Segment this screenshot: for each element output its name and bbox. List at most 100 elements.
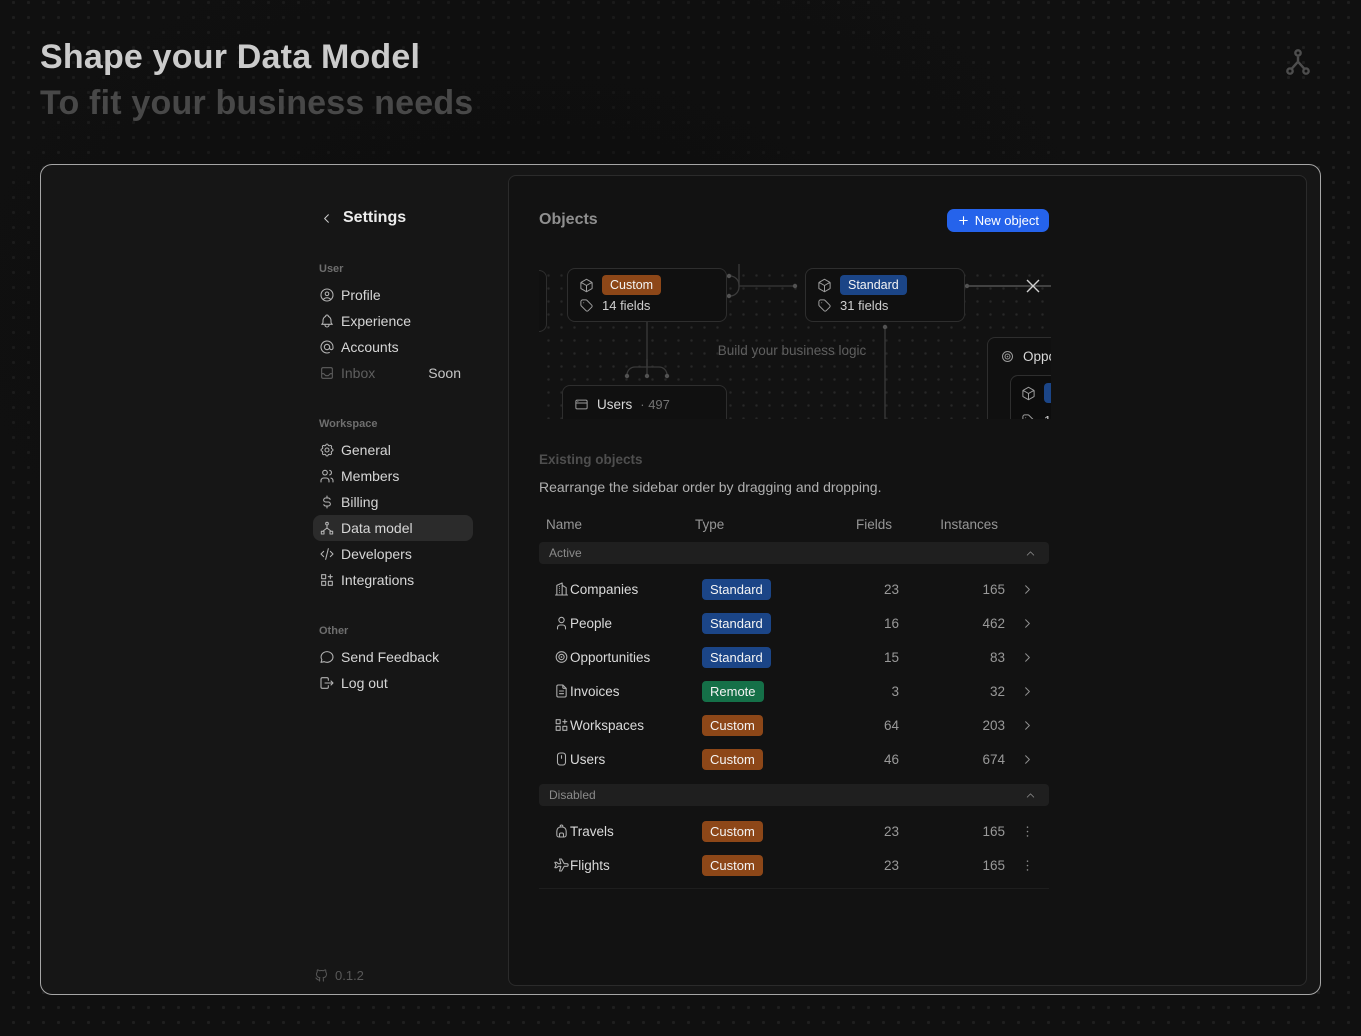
- sidebar-item-data-model[interactable]: Data model: [313, 515, 473, 541]
- tag-icon: [1021, 413, 1036, 420]
- hero-header: Shape your Data Model To fit your busine…: [40, 34, 473, 126]
- object-name: Workspaces: [570, 718, 702, 733]
- object-type-badge: Standard: [702, 579, 771, 600]
- chevron-left-icon: [319, 211, 334, 226]
- cube-icon: [579, 278, 594, 293]
- object-instances-count: 462: [899, 616, 1005, 631]
- sidebar-item-label: Integrations: [341, 572, 414, 588]
- diagram-node-opportunities: Opportunities Standard 12 fields: [987, 337, 1051, 419]
- object-row-invoices[interactable]: InvoicesRemote332: [539, 674, 1049, 708]
- column-header-type: Type: [695, 517, 832, 532]
- sidebar-item-label: Inbox: [341, 365, 375, 381]
- group-header-disabled[interactable]: Disabled: [539, 784, 1049, 806]
- object-fields-count: 64: [839, 718, 899, 733]
- object-type-badge: Standard: [702, 647, 771, 668]
- object-name: Travels: [570, 824, 702, 839]
- plus-icon: [957, 214, 970, 227]
- object-type-badge: Standard: [840, 275, 907, 295]
- sidebar-item-inbox[interactable]: Inbox Soon: [313, 360, 473, 386]
- sidebar-item-label: Profile: [341, 287, 381, 303]
- sidebar-item-send-feedback[interactable]: Send Feedback: [313, 644, 473, 670]
- sidebar-item-label: Accounts: [341, 339, 399, 355]
- chevron-right-icon[interactable]: [1005, 650, 1049, 665]
- chevron-right-icon[interactable]: [1005, 752, 1049, 767]
- chevron-up-icon[interactable]: [1024, 789, 1037, 802]
- sidebar-item-label: Experience: [341, 313, 411, 329]
- sidebar-item-label: General: [341, 442, 391, 458]
- object-type-badge: Standard: [1044, 383, 1051, 403]
- node-name: Users: [597, 397, 632, 412]
- sidebar-section-label: User: [313, 261, 473, 277]
- user-circle-icon: [319, 287, 335, 303]
- object-row-flights[interactable]: FlightsCustom23165: [539, 848, 1049, 882]
- panel-title: Objects: [539, 211, 598, 229]
- object-row-people[interactable]: PeopleStandard16462: [539, 606, 1049, 640]
- sidebar-item-label: Members: [341, 468, 399, 484]
- object-row-companies[interactable]: CompaniesStandard23165: [539, 572, 1049, 606]
- sidebar-item-members[interactable]: Members: [313, 463, 473, 489]
- sidebar-section-label: Workspace: [313, 416, 473, 432]
- object-row-travels[interactable]: TravelsCustom23165: [539, 814, 1049, 848]
- sidebar-item-accounts[interactable]: Accounts: [313, 334, 473, 360]
- diagram-node-users: Users · 497: [562, 385, 727, 419]
- sidebar-item-experience[interactable]: Experience: [313, 308, 473, 334]
- group-label: Disabled: [549, 788, 596, 802]
- chevron-right-icon[interactable]: [1005, 718, 1049, 733]
- settings-back-button[interactable]: Settings: [313, 205, 473, 231]
- object-fields-count: 15: [839, 650, 899, 665]
- sidebar-item-general[interactable]: General: [313, 437, 473, 463]
- cube-icon: [817, 278, 832, 293]
- object-instances-count: 165: [899, 582, 1005, 597]
- object-row-opportunities[interactable]: OpportunitiesStandard1583: [539, 640, 1049, 674]
- cube-icon: [1021, 386, 1036, 401]
- sidebar-item-label: Billing: [341, 494, 378, 510]
- building-icon: [553, 581, 570, 597]
- object-name: Opportunities: [570, 650, 702, 665]
- chevron-right-icon[interactable]: [1005, 582, 1049, 597]
- github-icon: [314, 968, 329, 983]
- chevron-up-icon[interactable]: [1024, 547, 1037, 560]
- sidebar-item-developers[interactable]: Developers: [313, 541, 473, 567]
- dollar-icon: [319, 494, 335, 510]
- group-header-active[interactable]: Active: [539, 542, 1049, 564]
- sidebar-item-billing[interactable]: Billing: [313, 489, 473, 515]
- group-label: Active: [549, 546, 582, 560]
- apps-icon: [553, 717, 570, 733]
- chevron-right-icon[interactable]: [1005, 616, 1049, 631]
- sidebar-section-workspace: Workspace General Members Billing Data model…: [313, 416, 473, 593]
- object-instances-count: 165: [899, 824, 1005, 839]
- sidebar-item-integrations[interactable]: Integrations: [313, 567, 473, 593]
- new-object-button[interactable]: New object: [947, 209, 1049, 232]
- at-icon: [319, 339, 335, 355]
- code-icon: [319, 546, 335, 562]
- object-fields-count: 46: [839, 752, 899, 767]
- sidebar-item-profile[interactable]: Profile: [313, 282, 473, 308]
- object-name: Invoices: [570, 684, 702, 699]
- users-icon: [319, 468, 335, 484]
- chevron-right-icon[interactable]: [1005, 684, 1049, 699]
- fields-count-label: 31 fields: [840, 298, 888, 313]
- column-header-instances: Instances: [892, 517, 998, 532]
- sidebar-item-log-out[interactable]: Log out: [313, 670, 473, 696]
- object-instances-count: 203: [899, 718, 1005, 733]
- object-row-users[interactable]: UsersCustom46674: [539, 742, 1049, 776]
- hierarchy-icon: [319, 520, 335, 536]
- app-version[interactable]: 0.1.2: [313, 968, 364, 983]
- object-name: Companies: [570, 582, 702, 597]
- object-type-badge: Custom: [702, 855, 763, 876]
- sidebar-item-label: Developers: [341, 546, 412, 562]
- message-icon: [319, 649, 335, 665]
- soon-badge: Soon: [428, 365, 461, 381]
- fields-count-label: 12 fields: [1044, 413, 1051, 420]
- sidebar-section-other: OtherSend FeedbackLog out: [313, 623, 473, 696]
- dots-vertical-icon[interactable]: [1005, 824, 1049, 839]
- object-row-workspaces[interactable]: WorkspacesCustom64203: [539, 708, 1049, 742]
- sidebar-section-user: User Profile Experience Accounts Inbox Soon: [313, 261, 473, 386]
- bell-icon: [319, 313, 335, 329]
- dots-vertical-icon[interactable]: [1005, 858, 1049, 873]
- page-background: Shape your Data Model To fit your busine…: [0, 0, 1361, 1036]
- diagram-node-custom: Custom 14 fields: [567, 268, 727, 322]
- new-object-label: New object: [975, 213, 1039, 228]
- page-subtitle: To fit your business needs: [40, 80, 473, 126]
- table-header: Name Type Fields Instances: [539, 511, 1049, 537]
